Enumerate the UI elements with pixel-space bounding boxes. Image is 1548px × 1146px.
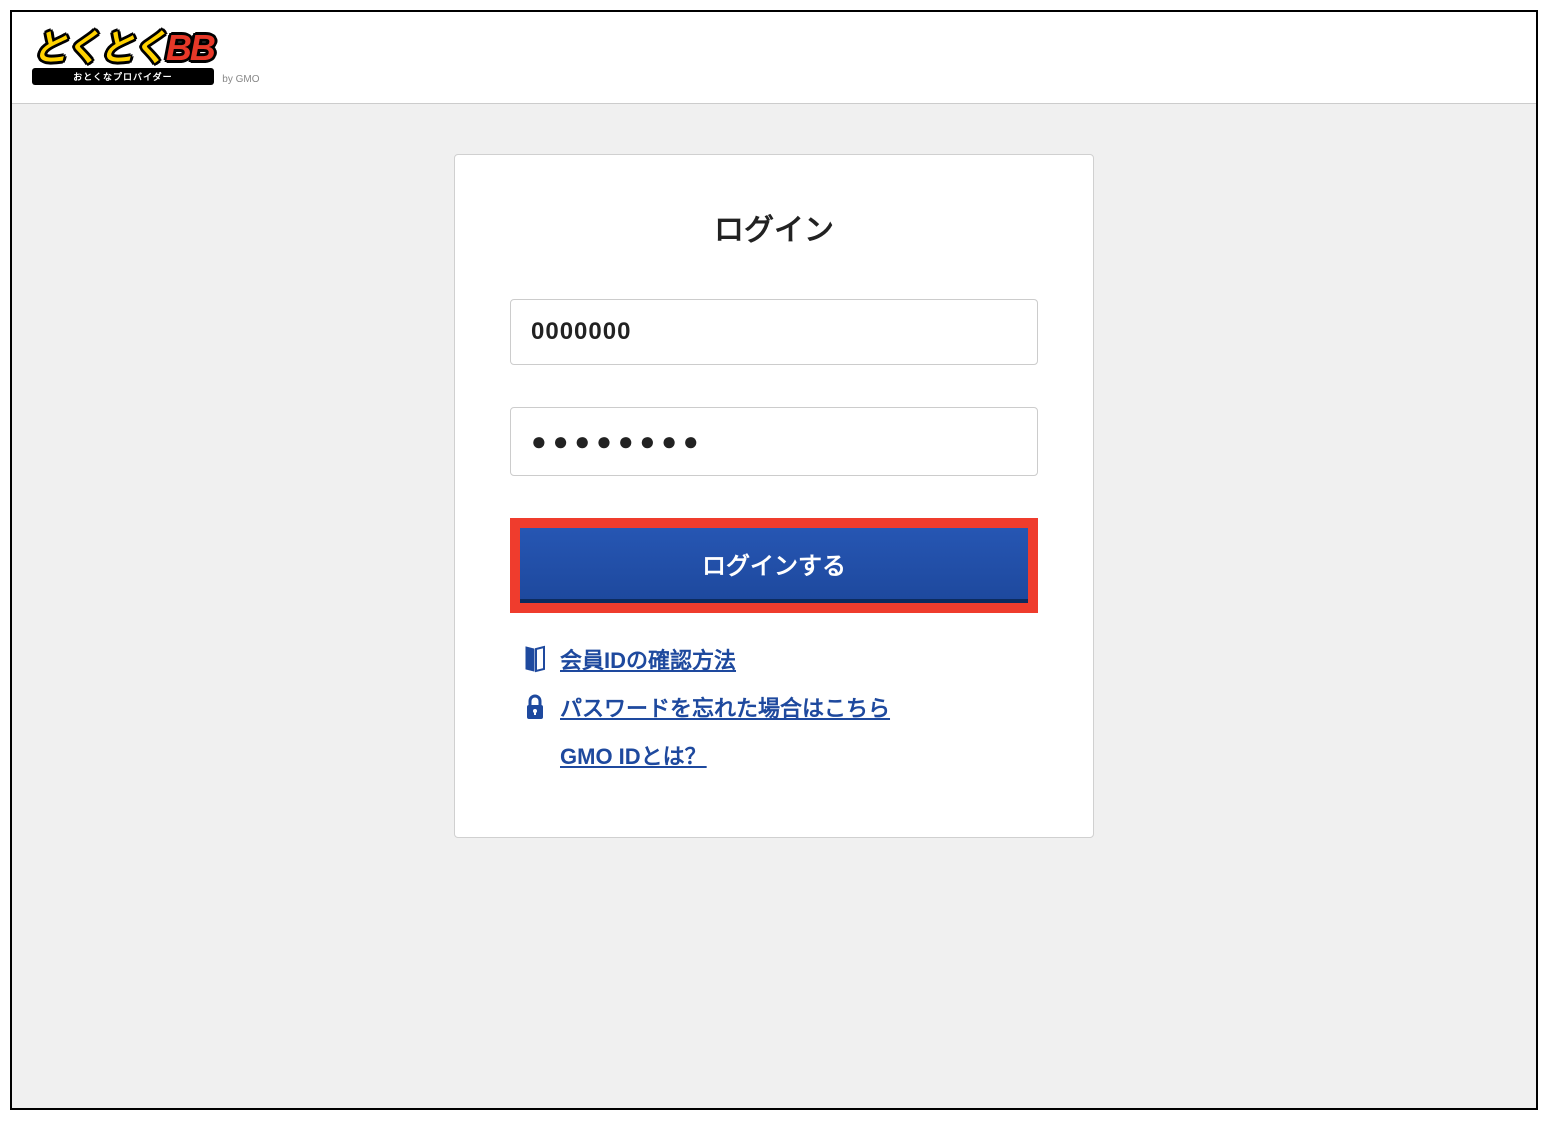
link-row-confirm-id: 会員IDの確認方法: [520, 643, 1038, 675]
gmo-id-link[interactable]: GMO IDとは？: [560, 739, 707, 771]
app-frame: とくとくBB おとくなプロバイダー by GMO ログイン ログインする: [10, 10, 1538, 1110]
logo: とくとくBB おとくなプロバイダー: [32, 30, 214, 85]
logo-main-text: とくとくBB: [32, 27, 214, 68]
member-id-input[interactable]: [510, 299, 1038, 365]
lock-icon: [520, 693, 550, 721]
links-section: 会員IDの確認方法 パスワードを忘れた場合はこちら GMO IDとは: [510, 643, 1038, 771]
link-row-forgot-password: パスワードを忘れた場合はこちら: [520, 691, 1038, 723]
book-icon: [520, 645, 550, 673]
header: とくとくBB おとくなプロバイダー by GMO: [12, 12, 1536, 104]
logo-text-yellow: とくとく: [32, 27, 166, 68]
logo-suffix: by GMO: [222, 74, 259, 85]
password-input[interactable]: [510, 407, 1038, 476]
logo-text-red: BB: [166, 27, 214, 68]
login-button-highlight: ログインする: [510, 518, 1038, 613]
login-button[interactable]: ログインする: [520, 528, 1028, 603]
login-title: ログイン: [510, 205, 1038, 249]
main-area: ログイン ログインする 会員IDの確認方法: [12, 104, 1536, 1110]
logo-subtitle: おとくなプロバイダー: [32, 68, 214, 85]
link-row-gmo-id: GMO IDとは？: [520, 739, 1038, 771]
login-card: ログイン ログインする 会員IDの確認方法: [454, 154, 1094, 838]
confirm-id-link[interactable]: 会員IDの確認方法: [560, 643, 736, 675]
forgot-password-link[interactable]: パスワードを忘れた場合はこちら: [560, 691, 890, 723]
